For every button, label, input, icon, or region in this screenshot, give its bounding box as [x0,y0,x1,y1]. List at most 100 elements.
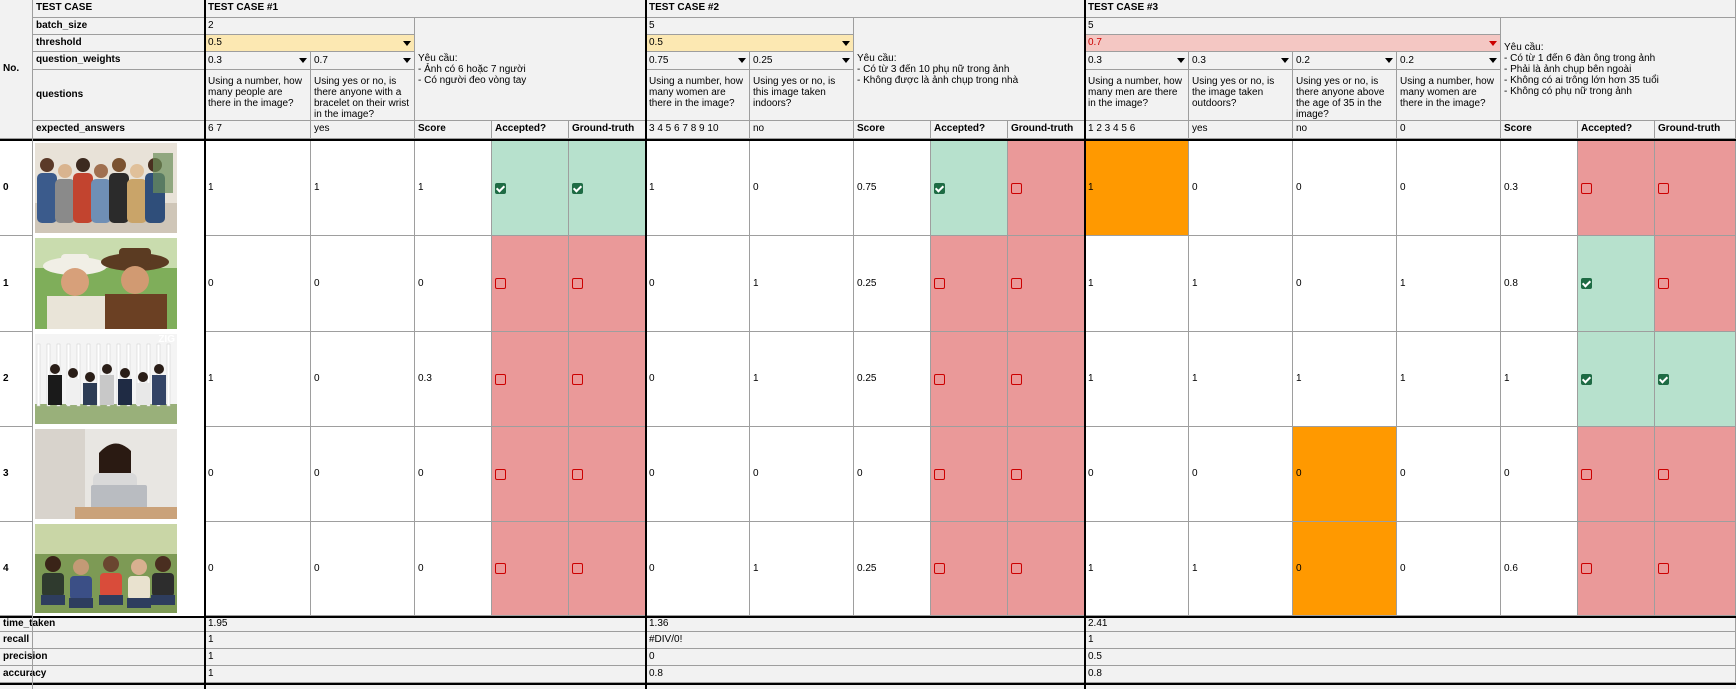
expected-answer[interactable]: 1 2 3 4 5 6 [1085,121,1189,139]
chevron-down-icon[interactable] [842,40,850,46]
answer-cell[interactable]: 1 [1189,522,1293,616]
ground-truth-cell[interactable] [569,522,646,616]
unchecked-checkbox-icon[interactable] [1658,278,1669,289]
question-text[interactable]: Using yes or no, is there anyone above t… [1293,70,1397,121]
answer-cell[interactable]: 0 [205,522,311,616]
metric-accuracy-value[interactable]: 0.8 [646,666,1085,683]
ground-truth-cell[interactable] [1008,236,1085,332]
answer-cell[interactable]: 0 [1293,427,1397,522]
unchecked-checkbox-icon[interactable] [934,373,945,385]
chevron-down-icon[interactable] [1281,58,1289,63]
score-cell[interactable]: 0.8 [1501,236,1578,332]
score-cell[interactable]: 0.3 [1501,141,1578,236]
unchecked-checkbox-icon[interactable] [1581,468,1592,480]
chevron-down-icon[interactable] [738,58,746,63]
question-weight-dropdown[interactable]: 0.2 [1397,52,1501,70]
answer-cell[interactable]: 0 [205,236,311,332]
accepted-cell[interactable] [1578,427,1655,522]
accepted-cell[interactable] [931,141,1008,236]
unchecked-checkbox-icon[interactable] [1581,563,1592,574]
answer-cell[interactable]: 1 [311,141,415,236]
ground-truth-cell[interactable] [1655,236,1736,332]
unchecked-checkbox-icon[interactable] [934,563,945,574]
metric-time-taken-value[interactable]: 2.41 [1085,616,1736,632]
unchecked-checkbox-icon[interactable] [495,563,506,574]
answer-cell[interactable]: 1 [205,141,311,236]
question-weight-dropdown[interactable]: 0.3 [1085,52,1189,70]
unchecked-checkbox-icon[interactable] [495,373,506,385]
unchecked-checkbox-icon[interactable] [572,468,583,480]
question-text[interactable]: Using yes or no, is this image taken ind… [750,70,854,121]
accepted-cell[interactable] [492,236,569,332]
ground-truth-cell[interactable] [569,332,646,427]
chevron-down-icon[interactable] [403,40,411,46]
ground-truth-cell[interactable] [1655,332,1736,427]
checked-checkbox-icon[interactable] [934,182,945,194]
unchecked-checkbox-icon[interactable] [1011,563,1022,574]
expected-answer[interactable]: no [750,121,854,139]
answer-cell[interactable]: 0 [1293,141,1397,236]
ground-truth-cell[interactable] [1655,522,1736,616]
answer-cell[interactable]: 0 [311,522,415,616]
answer-cell[interactable]: 1 [1085,141,1189,236]
threshold-dropdown[interactable]: 0.5 [646,35,854,52]
accepted-cell[interactable] [931,332,1008,427]
answer-cell[interactable]: 0 [1397,427,1501,522]
accepted-cell[interactable] [1578,332,1655,427]
unchecked-checkbox-icon[interactable] [495,468,506,480]
expected-answer[interactable]: 3 4 5 6 7 8 9 10 [646,121,750,139]
ground-truth-cell[interactable] [1655,141,1736,236]
answer-cell[interactable]: 0 [750,427,854,522]
ground-truth-cell[interactable] [569,236,646,332]
answer-cell[interactable]: 0 [205,427,311,522]
answer-cell[interactable]: 0 [311,427,415,522]
score-cell[interactable]: 0.25 [854,332,931,427]
accepted-cell[interactable] [1578,522,1655,616]
unchecked-checkbox-icon[interactable] [1658,182,1669,194]
accepted-cell[interactable] [931,427,1008,522]
chevron-down-icon[interactable] [1385,58,1393,63]
answer-cell[interactable]: 1 [1085,522,1189,616]
answer-cell[interactable]: 0 [1293,522,1397,616]
score-cell[interactable]: 0 [854,427,931,522]
question-text[interactable]: Using yes or no, is the image taken outd… [1189,70,1293,121]
chevron-down-icon[interactable] [403,58,411,63]
metric-time-taken-value[interactable]: 1.95 [205,616,646,632]
ground-truth-cell[interactable] [1008,332,1085,427]
chevron-down-icon[interactable] [1489,40,1497,46]
unchecked-checkbox-icon[interactable] [1011,373,1022,385]
unchecked-checkbox-icon[interactable] [495,278,506,289]
answer-cell[interactable]: 1 [1085,332,1189,427]
score-cell[interactable]: 0 [415,236,492,332]
answer-cell[interactable]: 0 [1189,427,1293,522]
answer-cell[interactable]: 0 [311,332,415,427]
answer-cell[interactable]: 0 [311,236,415,332]
metric-recall-value[interactable]: #DIV/0! [646,632,1085,649]
accepted-cell[interactable] [492,427,569,522]
checked-checkbox-icon[interactable] [572,182,583,194]
score-cell[interactable]: 0 [415,522,492,616]
accepted-cell[interactable] [492,141,569,236]
answer-cell[interactable]: 1 [1189,332,1293,427]
answer-cell[interactable]: 1 [1397,332,1501,427]
accepted-cell[interactable] [1578,141,1655,236]
accepted-cell[interactable] [931,522,1008,616]
threshold-dropdown[interactable]: 0.5 [205,35,415,52]
unchecked-checkbox-icon[interactable] [934,468,945,480]
answer-cell[interactable]: 1 [750,236,854,332]
question-text[interactable]: Using a number, how many women are there… [646,70,750,121]
chevron-down-icon[interactable] [842,58,850,63]
checked-checkbox-icon[interactable] [1658,373,1669,385]
score-cell[interactable]: 0.75 [854,141,931,236]
expected-answer[interactable]: 6 7 [205,121,311,139]
answer-cell[interactable]: 0 [646,522,750,616]
unchecked-checkbox-icon[interactable] [1011,278,1022,289]
chevron-down-icon[interactable] [299,58,307,63]
metric-time-taken-value[interactable]: 1.36 [646,616,1085,632]
answer-cell[interactable]: 1 [1189,236,1293,332]
batch-size-value[interactable]: 2 [205,18,415,35]
metric-precision-value[interactable]: 1 [205,649,646,666]
score-cell[interactable]: 1 [1501,332,1578,427]
batch-size-value[interactable]: 5 [1085,18,1501,35]
ground-truth-cell[interactable] [1008,427,1085,522]
